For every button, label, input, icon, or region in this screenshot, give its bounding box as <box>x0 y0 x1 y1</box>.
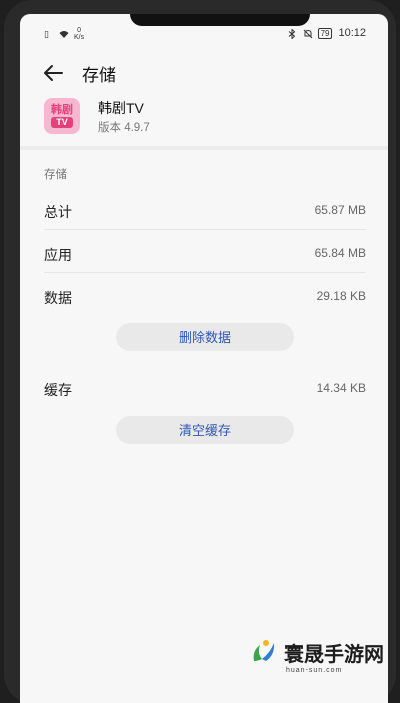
row-divider <box>44 272 366 273</box>
network-speed: 0 K/s <box>74 27 85 41</box>
battery-icon: 79 <box>317 27 333 39</box>
bluetooth-icon <box>288 27 297 40</box>
app-size-row: 应用 65.84 MB <box>20 233 388 273</box>
total-row: 总计 65.87 MB <box>20 190 388 230</box>
data-size-value: 29.18 KB <box>316 289 366 303</box>
clock: 10:12 <box>338 27 366 39</box>
watermark-url: huan-sun.com <box>286 667 343 674</box>
back-arrow-icon <box>44 65 63 81</box>
page-title: 存储 <box>82 66 116 85</box>
app-version: 版本 4.9.7 <box>98 122 150 134</box>
app-name: 韩剧TV <box>98 100 144 116</box>
app-size-label: 应用 <box>44 247 72 263</box>
cache-row: 缓存 14.34 KB <box>20 368 388 408</box>
toolbar: 存储 <box>20 56 388 92</box>
clear-cache-button[interactable]: 清空缓存 <box>116 416 294 444</box>
watermark-logo-icon <box>253 640 275 661</box>
data-size-label: 数据 <box>44 290 72 306</box>
status-bar: ▯ 0 K/s 79 10:12 <box>20 24 388 42</box>
app-size-value: 65.84 MB <box>314 246 366 260</box>
data-size-row: 数据 29.18 KB <box>20 276 388 316</box>
back-button[interactable] <box>42 62 64 84</box>
row-divider <box>44 229 366 230</box>
clear-data-button[interactable]: 删除数据 <box>116 323 294 351</box>
app-icon-text-top: 韩剧 <box>51 104 73 116</box>
storage-section-title: 存储 <box>44 169 67 181</box>
mute-icon <box>303 29 312 38</box>
total-value: 65.87 MB <box>314 203 366 217</box>
app-icon: 韩剧 TV <box>44 98 80 134</box>
cache-label: 缓存 <box>44 382 72 398</box>
phone-frame: ▯ 0 K/s 79 10:12 存储 韩剧 TV 韩剧TV 版本 4.9.7 … <box>4 0 396 703</box>
app-icon-text-bottom: TV <box>51 117 73 128</box>
section-divider <box>20 146 388 150</box>
cache-value: 14.34 KB <box>316 381 366 395</box>
sim-icon: ▯ <box>44 28 49 39</box>
wifi-icon <box>59 30 69 39</box>
screen: ▯ 0 K/s 79 10:12 存储 韩剧 TV 韩剧TV 版本 4.9.7 … <box>20 14 388 703</box>
watermark-title: 寰晟手游网 <box>284 641 384 666</box>
watermark: 寰晟手游网 huan-sun.com <box>248 637 384 674</box>
total-label: 总计 <box>44 204 72 220</box>
